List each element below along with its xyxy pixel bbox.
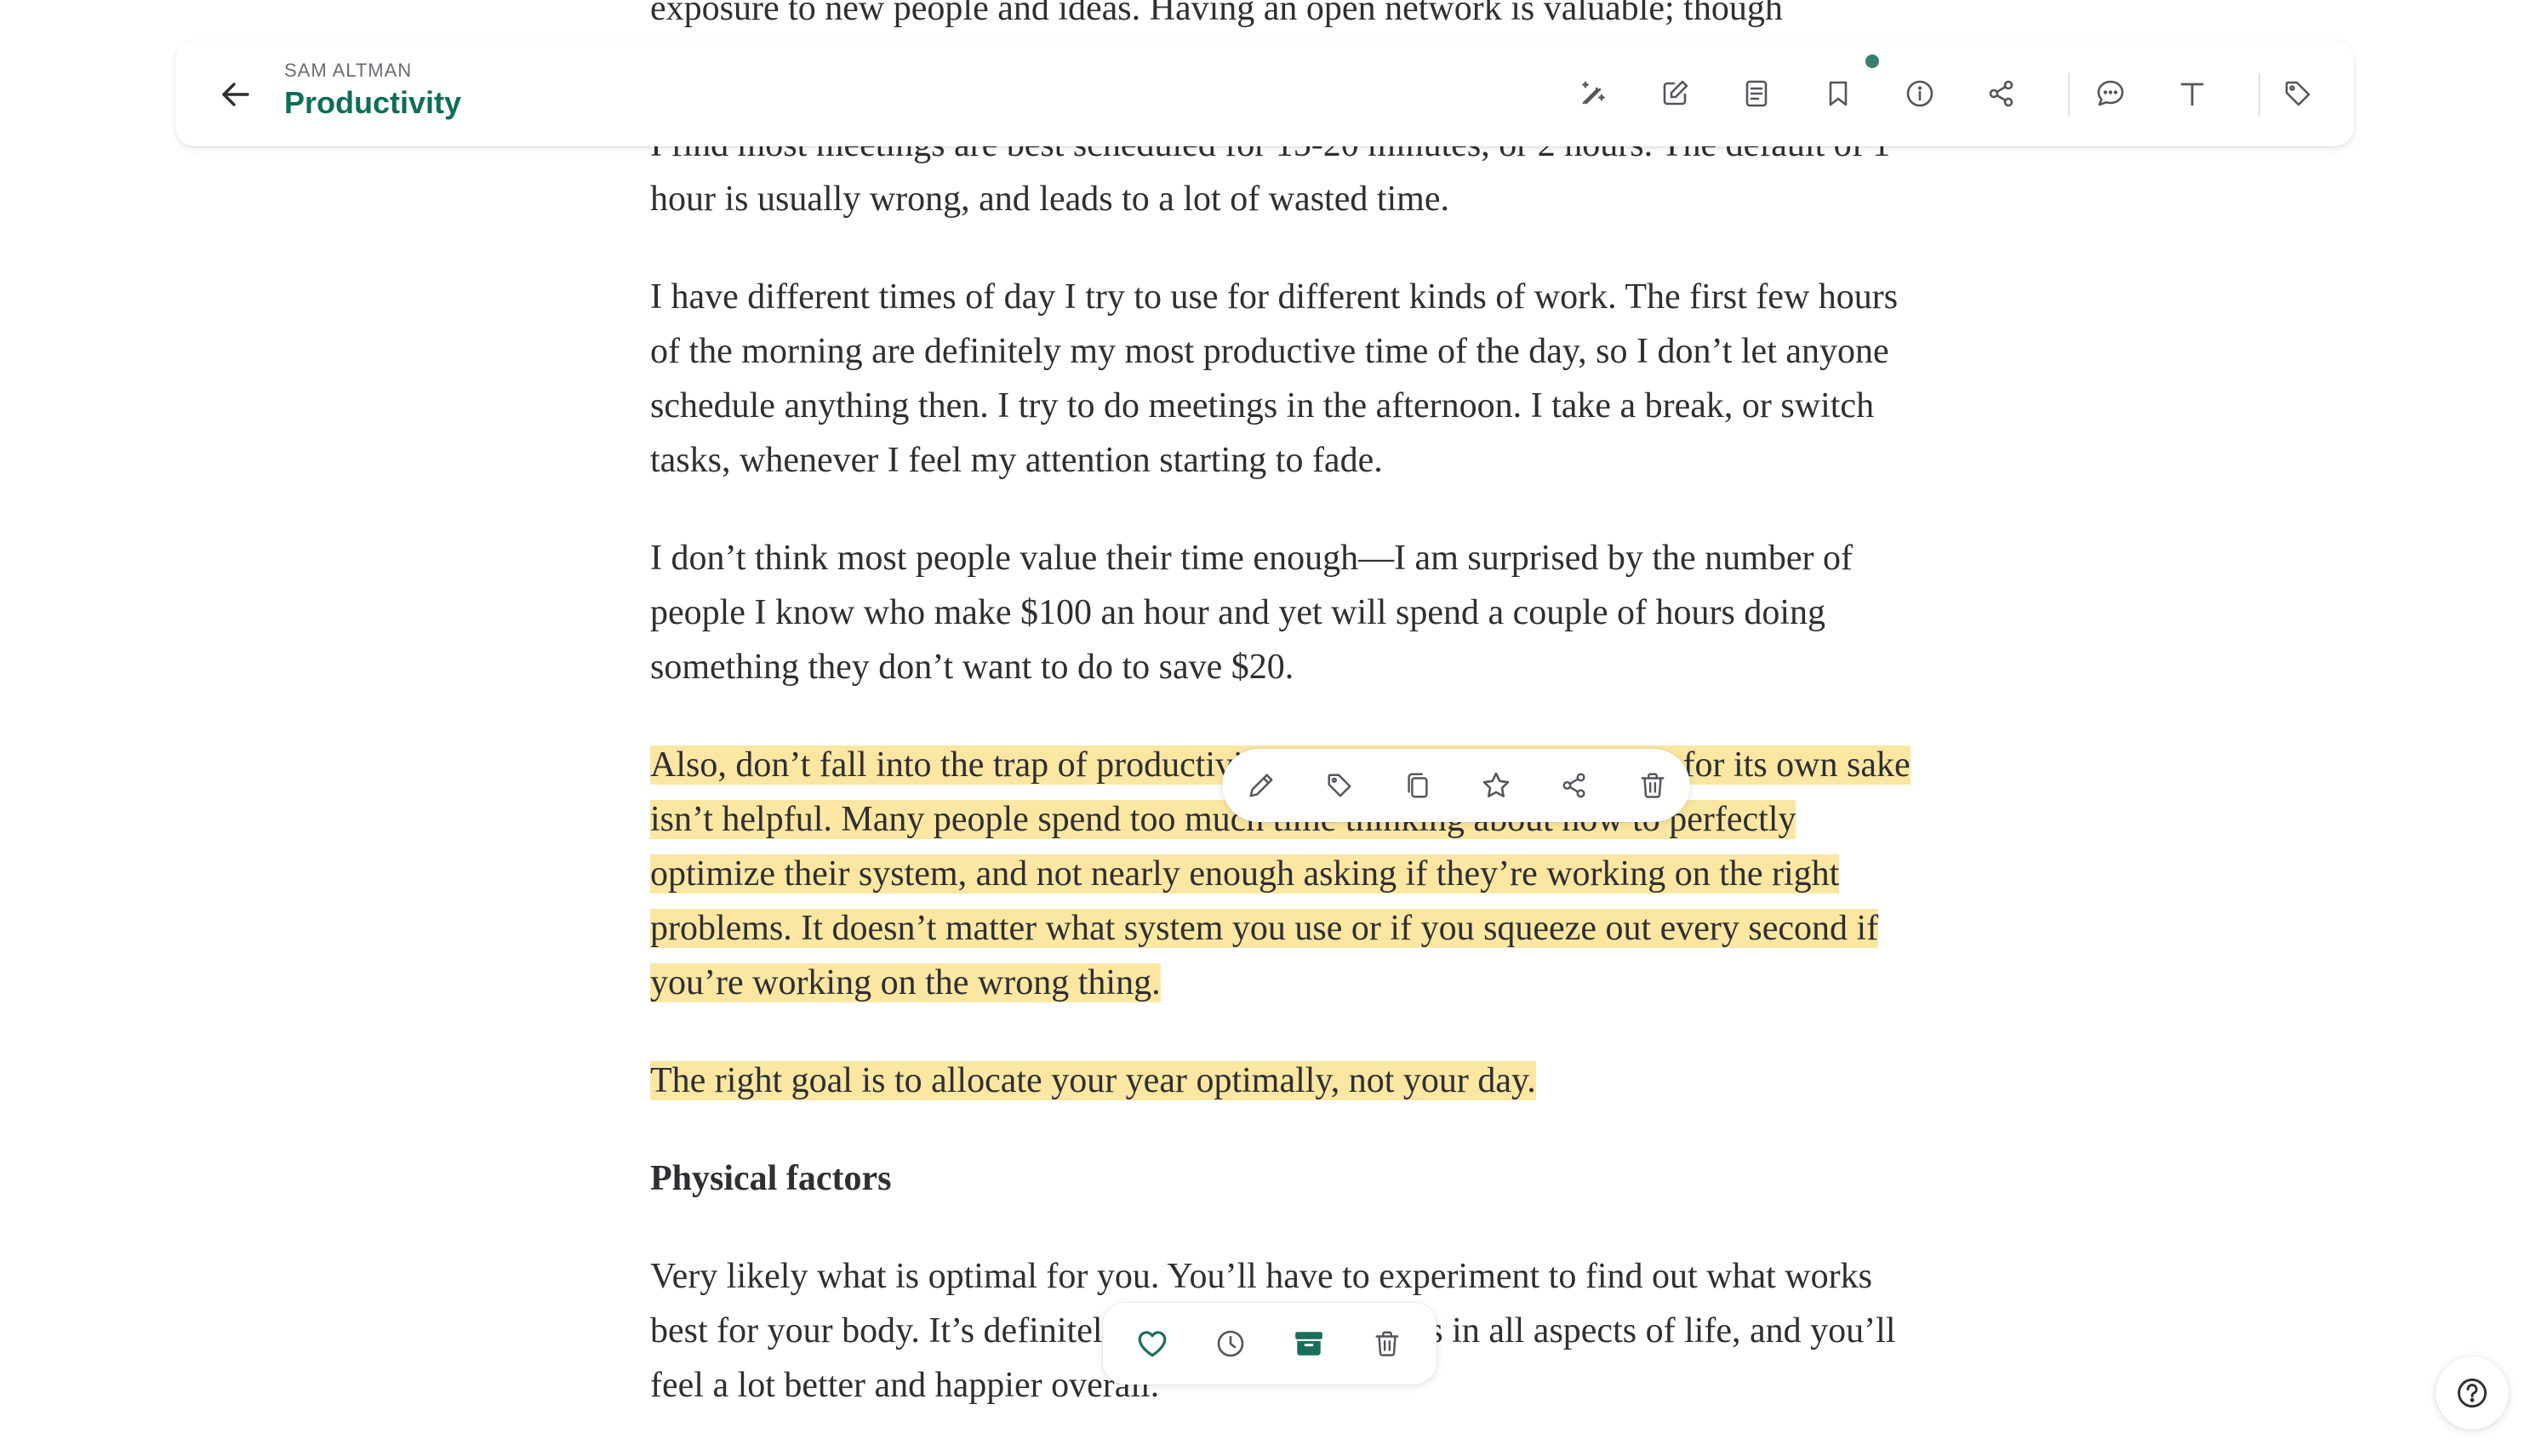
copy-icon [1403, 771, 1432, 800]
tag-icon [2282, 78, 2313, 109]
highlighted-paragraph[interactable]: The right goal is to allocate your year … [650, 1053, 1927, 1108]
reader-header: SAM ALTMAN Productivity [175, 41, 2354, 146]
notebook-icon [1741, 78, 1772, 109]
text-format-icon [2177, 78, 2208, 109]
delete-highlight-button[interactable] [1634, 767, 1671, 804]
share-button[interactable] [1981, 73, 2022, 114]
notebook-button[interactable] [1736, 73, 1777, 114]
highlight[interactable]: The right goal is to allocate your year … [650, 1061, 1536, 1100]
archive-button[interactable] [1288, 1323, 1329, 1364]
info-icon [1905, 78, 1935, 109]
star-button[interactable] [1477, 767, 1515, 804]
share-icon [1986, 78, 2017, 109]
highlight-toolbar [1222, 749, 1690, 822]
article-author: SAM ALTMAN [284, 60, 413, 81]
text-format-button[interactable] [2172, 73, 2213, 114]
copy-button[interactable] [1399, 767, 1436, 804]
delete-article-button[interactable] [1367, 1323, 1408, 1364]
back-arrow-icon [221, 82, 250, 107]
read-later-button[interactable] [1210, 1323, 1251, 1364]
edit-icon [1659, 78, 1690, 109]
pencil-icon [1247, 771, 1276, 800]
article-action-bar [1103, 1303, 1436, 1385]
edit-note-button[interactable] [1242, 767, 1280, 804]
tag-button[interactable] [2277, 73, 2318, 114]
article-body: exposure to new people and ideas. Having… [650, 0, 1927, 1456]
back-button[interactable] [214, 73, 257, 116]
article-title: Productivity [284, 85, 462, 120]
help-button[interactable] [2436, 1356, 2509, 1430]
notification-dot [1865, 54, 1879, 68]
help-icon [2455, 1376, 2489, 1410]
comment-icon [2095, 78, 2126, 109]
magic-wand-icon [1578, 78, 1608, 109]
tag-highlight-button[interactable] [1321, 767, 1358, 804]
article-paragraph: exposure to new people and ideas. Having… [650, 0, 1783, 28]
edit-button[interactable] [1654, 73, 1695, 114]
tag-icon [1325, 771, 1354, 800]
toolbar-divider [2068, 73, 2070, 116]
trash-icon [1638, 771, 1667, 800]
paragraph-text-start: Very likely what is optimal fo [650, 1257, 1077, 1296]
archive-icon [1293, 1328, 1325, 1360]
star-icon [1481, 770, 1511, 801]
comment-button[interactable] [2090, 73, 2131, 114]
bookmark-icon [1823, 78, 1853, 109]
share-highlight-button[interactable] [1556, 767, 1593, 804]
clock-icon [1215, 1328, 1246, 1359]
article-paragraph: I don’t think most people value their ti… [650, 539, 1853, 687]
favorite-button[interactable] [1132, 1323, 1173, 1364]
heart-icon [1136, 1328, 1168, 1360]
article-paragraph: I have different times of day I try to u… [650, 277, 1899, 480]
trash-icon [1373, 1329, 1402, 1358]
magic-wand-button[interactable] [1573, 73, 1614, 114]
info-button[interactable] [1899, 73, 1940, 114]
toolbar-divider [2259, 73, 2260, 116]
share-icon [1560, 771, 1589, 800]
section-heading: Physical factors [650, 1159, 892, 1198]
bookmark-button[interactable] [1818, 73, 1859, 114]
